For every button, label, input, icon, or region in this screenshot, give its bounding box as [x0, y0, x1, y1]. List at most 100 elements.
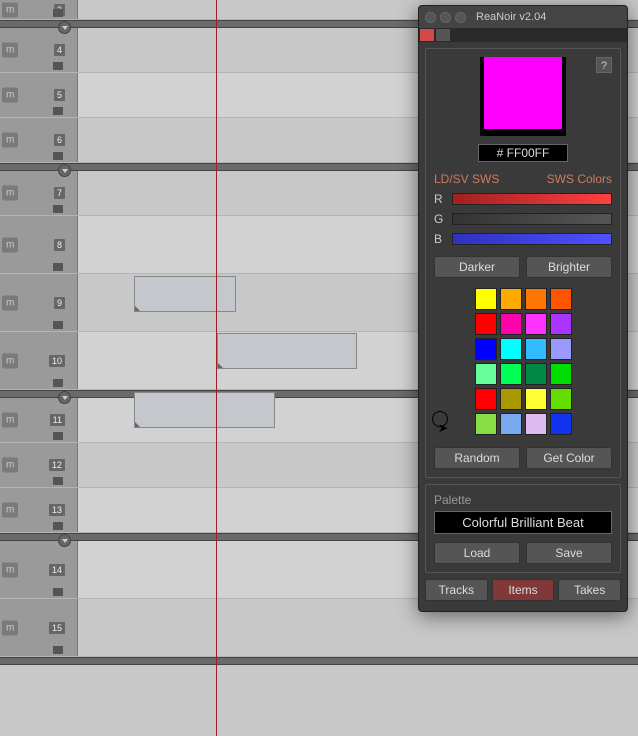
g-label: G	[434, 212, 446, 226]
color-panel: ? # FF00FF LD/SV SWS SWS Colors R G B Da…	[425, 48, 621, 478]
mute-button[interactable]: m	[2, 503, 18, 518]
track-header[interactable]: 5m	[0, 73, 78, 117]
mini-tab-1[interactable]	[420, 29, 434, 41]
folder-icon[interactable]	[53, 62, 63, 70]
sws-colors-label[interactable]: SWS Colors	[547, 172, 612, 186]
darker-button[interactable]: Darker	[434, 256, 520, 278]
palette-cell[interactable]	[550, 388, 572, 410]
item-handle-icon[interactable]	[135, 422, 140, 427]
palette-cell[interactable]	[475, 363, 497, 385]
mute-button[interactable]: m	[2, 186, 18, 201]
track-header[interactable]: 14m	[0, 541, 78, 598]
load-button[interactable]: Load	[434, 542, 520, 564]
palette-cell[interactable]	[525, 338, 547, 360]
palette-cell[interactable]	[550, 313, 572, 335]
palette-cell[interactable]	[525, 288, 547, 310]
mute-button[interactable]: m	[2, 88, 18, 103]
help-button[interactable]: ?	[596, 57, 612, 73]
track-header[interactable]: 10m	[0, 332, 78, 389]
midi-item[interactable]: Desktop mic untitled MIDI item	[134, 392, 275, 428]
close-icon[interactable]	[425, 12, 436, 23]
track-header[interactable]: 12m	[0, 443, 78, 487]
palette-cell[interactable]	[500, 413, 522, 435]
collapse-button[interactable]	[58, 21, 71, 34]
folder-icon[interactable]	[53, 522, 63, 530]
folder-icon[interactable]	[53, 379, 63, 387]
folder-icon[interactable]	[53, 152, 63, 160]
palette-cell[interactable]	[475, 288, 497, 310]
folder-icon[interactable]	[53, 205, 63, 213]
mute-button[interactable]: m	[2, 413, 18, 428]
palette-cell[interactable]	[550, 363, 572, 385]
mute-button[interactable]: m	[2, 458, 18, 473]
folder-icon[interactable]	[53, 107, 63, 115]
palette-cell[interactable]	[500, 288, 522, 310]
palette-cell[interactable]	[500, 388, 522, 410]
track-header[interactable]: 6m	[0, 118, 78, 162]
palette-cell[interactable]	[475, 313, 497, 335]
palette-cell[interactable]	[475, 413, 497, 435]
collapse-button[interactable]	[58, 391, 71, 404]
track-header[interactable]: 9m	[0, 274, 78, 331]
mute-button[interactable]: m	[2, 133, 18, 148]
midi-item[interactable]: Desktop mic untitled MIDI item	[217, 333, 357, 369]
get-color-button[interactable]: Get Color	[526, 447, 612, 469]
track-header[interactable]: 8m	[0, 216, 78, 273]
palette-cell[interactable]	[550, 413, 572, 435]
r-slider[interactable]	[452, 193, 612, 205]
track-number: 5	[54, 89, 65, 101]
mute-button[interactable]: m	[2, 620, 18, 635]
b-slider[interactable]	[452, 233, 612, 245]
folder-icon[interactable]	[53, 321, 63, 329]
track-header[interactable]: 4m	[0, 28, 78, 72]
item-handle-icon[interactable]	[218, 363, 223, 368]
color-swatch[interactable]	[484, 57, 562, 129]
mute-button[interactable]: m	[2, 43, 18, 58]
track-header[interactable]: 15m	[0, 599, 78, 656]
item-handle-icon[interactable]	[135, 306, 140, 311]
maximize-icon[interactable]	[455, 12, 466, 23]
mode-takes[interactable]: Takes	[558, 579, 621, 601]
mute-button[interactable]: m	[2, 295, 18, 310]
collapse-button[interactable]	[58, 164, 71, 177]
mute-button[interactable]: m	[2, 237, 18, 252]
folder-icon[interactable]	[53, 588, 63, 596]
folder-icon[interactable]	[53, 432, 63, 440]
folder-icon[interactable]	[53, 263, 63, 271]
palette-cell[interactable]	[525, 388, 547, 410]
random-button[interactable]: Random	[434, 447, 520, 469]
track-header[interactable]: 3m	[0, 0, 78, 19]
palette-cell[interactable]	[500, 338, 522, 360]
mode-tracks[interactable]: Tracks	[425, 579, 488, 601]
palette-cell[interactable]	[525, 413, 547, 435]
mini-tab-2[interactable]	[436, 29, 450, 41]
palette-cell[interactable]	[475, 388, 497, 410]
hex-input[interactable]: # FF00FF	[478, 144, 568, 162]
folder-icon[interactable]	[53, 646, 63, 654]
palette-cell[interactable]	[525, 363, 547, 385]
palette-cell[interactable]	[525, 313, 547, 335]
palette-cell[interactable]	[475, 338, 497, 360]
palette-name[interactable]: Colorful Brilliant Beat	[434, 511, 612, 534]
track-header[interactable]: 7m	[0, 171, 78, 215]
mute-button[interactable]: m	[2, 562, 18, 577]
g-slider[interactable]	[452, 213, 612, 225]
collapse-button[interactable]	[58, 534, 71, 547]
palette-cell[interactable]	[500, 363, 522, 385]
midi-item[interactable]: Desktop mic untitled	[134, 276, 236, 312]
titlebar[interactable]: ReaNoir v2.04	[419, 6, 627, 28]
track-header[interactable]: 13m	[0, 488, 78, 532]
mute-button[interactable]: m	[2, 2, 18, 17]
folder-icon[interactable]	[53, 9, 63, 17]
minimize-icon[interactable]	[440, 12, 451, 23]
ldsv-sws-label[interactable]: LD/SV SWS	[434, 172, 499, 186]
track-header[interactable]: 11m	[0, 398, 78, 442]
palette-cell[interactable]	[550, 338, 572, 360]
mode-items[interactable]: Items	[492, 579, 555, 601]
palette-cell[interactable]	[500, 313, 522, 335]
mute-button[interactable]: m	[2, 353, 18, 368]
save-button[interactable]: Save	[526, 542, 612, 564]
palette-cell[interactable]	[550, 288, 572, 310]
folder-icon[interactable]	[53, 477, 63, 485]
brighter-button[interactable]: Brighter	[526, 256, 612, 278]
